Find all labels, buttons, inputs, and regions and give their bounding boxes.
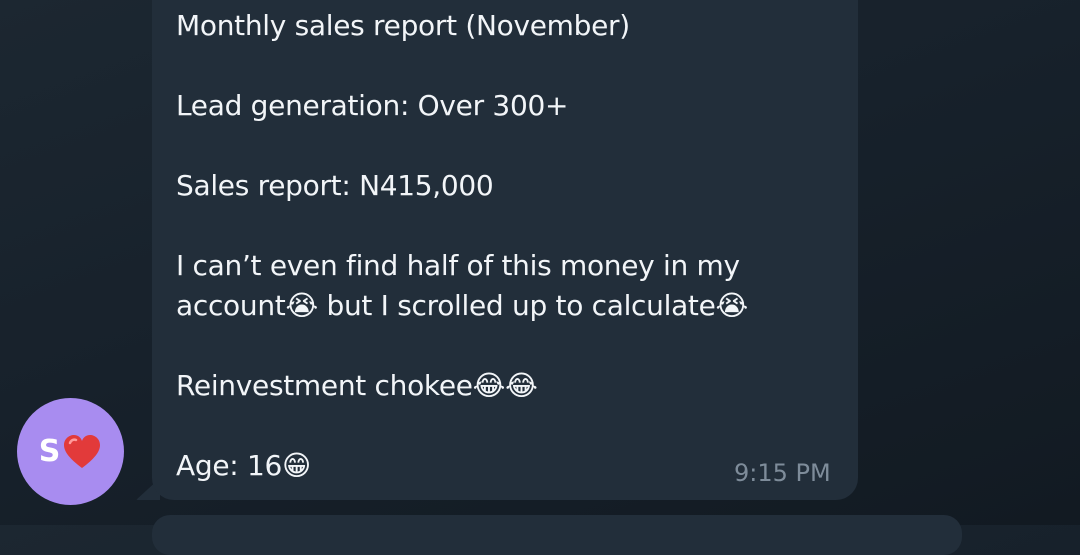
message-time: 9:15 PM (734, 459, 831, 487)
heart-icon (64, 434, 101, 468)
avatar-label: S (39, 434, 103, 470)
avatar-initial: S (38, 433, 61, 469)
chat-view: Monthly sales report (November) Lead gen… (0, 0, 1080, 555)
sender-avatar[interactable]: S (17, 398, 124, 505)
next-message-bubble[interactable] (152, 515, 962, 555)
message-text: Monthly sales report (November) Lead gen… (176, 9, 748, 482)
